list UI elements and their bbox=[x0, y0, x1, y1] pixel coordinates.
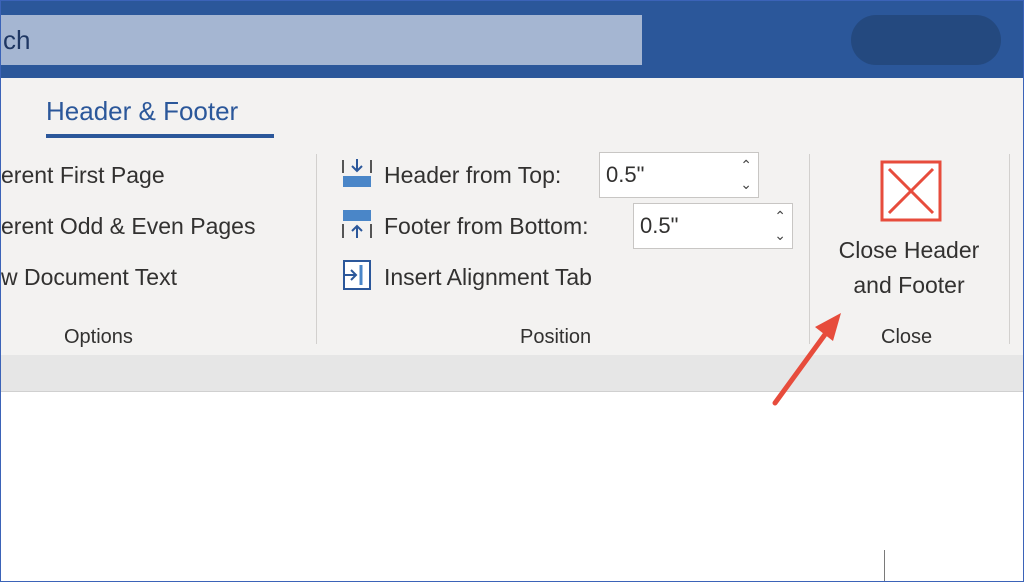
show-document-text-option[interactable]: w Document Text bbox=[1, 264, 177, 291]
ribbon-bottom-bar bbox=[1, 355, 1023, 392]
chevron-down-icon[interactable]: ⌄ bbox=[774, 228, 786, 242]
header-from-top-stepper[interactable]: 0.5" ⌃ ⌄ bbox=[599, 152, 759, 198]
different-odd-even-pages-option[interactable]: erent Odd & Even Pages bbox=[1, 213, 255, 240]
insert-alignment-tab-button[interactable]: Insert Alignment Tab bbox=[384, 264, 592, 291]
footer-from-bottom-label: Footer from Bottom: bbox=[384, 213, 589, 239]
chevron-down-icon[interactable]: ⌄ bbox=[740, 177, 752, 191]
title-bar: ch bbox=[1, 1, 1023, 78]
different-first-page-option[interactable]: erent First Page bbox=[1, 162, 165, 189]
close-header-footer-label-line1: Close Header bbox=[838, 237, 980, 263]
chevron-up-icon[interactable]: ⌃ bbox=[774, 209, 786, 223]
search-box[interactable]: ch bbox=[1, 15, 642, 65]
header-from-top-icon bbox=[341, 157, 373, 189]
ribbon: Header & Footer erent First Page erent O… bbox=[1, 78, 1023, 355]
close-group-label: Close bbox=[881, 326, 933, 348]
close-header-footer-button[interactable]: Close Header and Footer bbox=[819, 156, 999, 306]
annotation-arrow bbox=[761, 301, 861, 411]
header-from-top-label: Header from Top: bbox=[384, 162, 562, 188]
group-separator bbox=[316, 154, 317, 344]
app-window: ch Header & Footer erent First Page eren… bbox=[0, 0, 1024, 582]
footer-from-bottom-value[interactable]: 0.5" bbox=[640, 213, 678, 239]
close-header-footer-label-line2: and Footer bbox=[853, 272, 965, 298]
footer-from-bottom-stepper[interactable]: 0.5" ⌃ ⌄ bbox=[633, 203, 793, 249]
options-group-label: Options bbox=[64, 326, 133, 348]
account-area[interactable] bbox=[851, 15, 1001, 65]
search-text: ch bbox=[3, 25, 31, 55]
document-area[interactable] bbox=[1, 392, 1023, 581]
tab-header-footer[interactable]: Header & Footer bbox=[46, 96, 238, 127]
footer-from-bottom-icon bbox=[341, 208, 373, 240]
position-group-label: Position bbox=[520, 326, 592, 348]
active-tab-indicator bbox=[46, 134, 274, 138]
insert-alignment-tab-icon bbox=[341, 259, 373, 291]
close-x-icon bbox=[880, 160, 942, 222]
chevron-up-icon[interactable]: ⌃ bbox=[740, 158, 752, 172]
group-separator bbox=[1009, 154, 1010, 344]
header-from-top-value[interactable]: 0.5" bbox=[606, 162, 644, 188]
page-margin-marker bbox=[884, 550, 885, 581]
